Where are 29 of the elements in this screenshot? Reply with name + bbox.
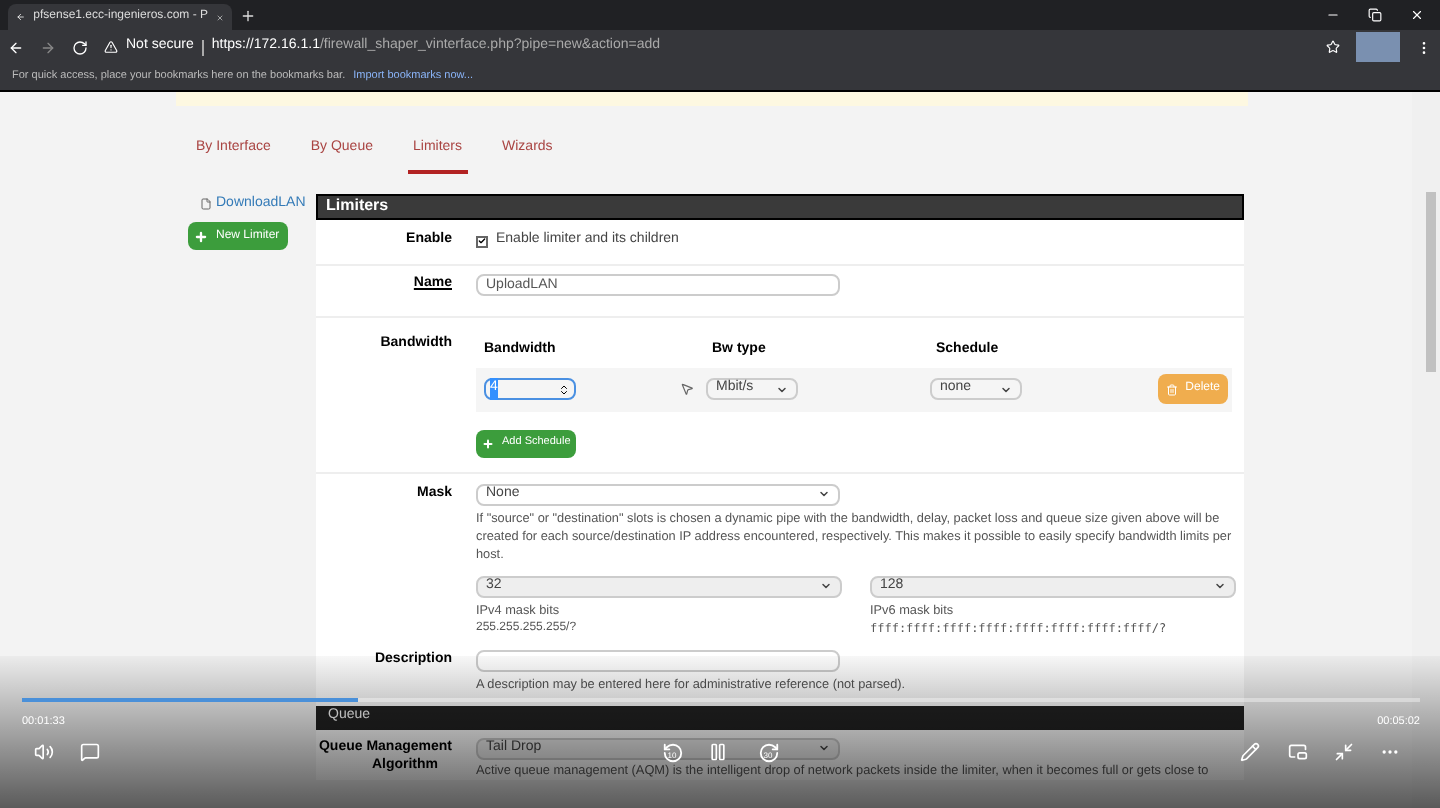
trash-icon — [1165, 383, 1178, 395]
caret-icon — [818, 742, 830, 755]
volume-icon[interactable] — [34, 742, 54, 762]
pencil-icon[interactable] — [1240, 742, 1260, 762]
back-icon[interactable] — [8, 39, 24, 55]
caret-icon — [776, 383, 788, 395]
plus-icon — [482, 437, 494, 449]
miniplayer-icon[interactable] — [1288, 742, 1308, 762]
new-tab-icon[interactable] — [240, 7, 256, 23]
caret-icon — [820, 580, 832, 592]
checkbox[interactable] — [476, 235, 488, 247]
favicon-icon — [16, 10, 26, 24]
panel-header: Limiters — [316, 193, 1244, 219]
pause-icon[interactable] — [708, 742, 728, 762]
warning-icon — [104, 40, 118, 54]
plus-icon — [194, 229, 208, 243]
forward-icon[interactable] — [40, 39, 56, 55]
caret-icon — [1214, 580, 1226, 592]
bookmark-star-icon[interactable] — [1326, 40, 1340, 54]
caret-icon — [1000, 383, 1012, 395]
file-icon — [200, 197, 212, 210]
mouse-cursor-icon — [680, 382, 694, 396]
captions-icon[interactable] — [80, 742, 100, 762]
description-input[interactable] — [476, 650, 840, 673]
minimize-icon[interactable] — [1326, 8, 1340, 22]
maximize-icon[interactable] — [1368, 8, 1382, 22]
caret-icon — [818, 488, 830, 500]
reload-icon[interactable] — [72, 39, 88, 55]
minimize-icon[interactable] — [1334, 742, 1354, 762]
